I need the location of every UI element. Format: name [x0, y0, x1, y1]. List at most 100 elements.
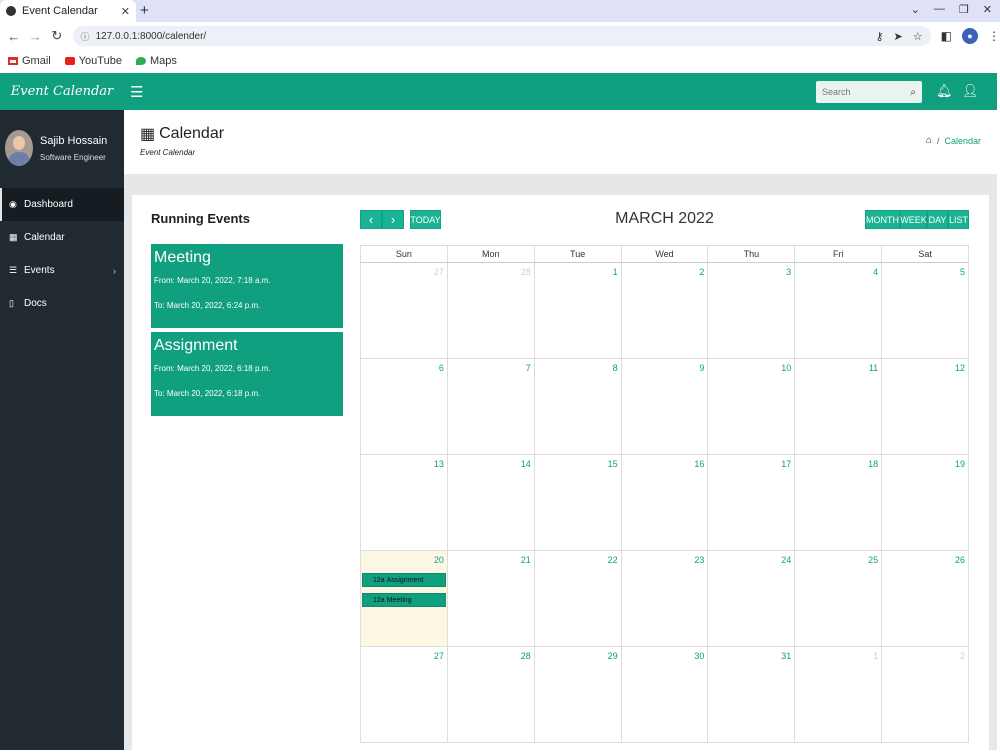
calendar-day-cell[interactable]: 8 — [535, 359, 622, 454]
day-number[interactable]: 6 — [439, 363, 444, 373]
calendar-day-cell[interactable]: 21 — [448, 551, 535, 646]
day-number[interactable]: 13 — [434, 459, 444, 469]
bookmark-maps[interactable]: Maps — [135, 55, 177, 67]
calendar-event-chip[interactable]: 12a Assignment — [362, 573, 446, 587]
calendar-day-cell[interactable]: 30 — [622, 647, 709, 742]
calendar-day-cell[interactable]: 2 — [882, 647, 970, 742]
calendar-day-cell[interactable]: 11 — [795, 359, 883, 454]
new-tab-button[interactable]: + — [140, 2, 149, 19]
day-number[interactable]: 5 — [960, 267, 965, 277]
day-number[interactable]: 18 — [868, 459, 878, 469]
search-input[interactable] — [822, 87, 911, 97]
send-icon[interactable]: ➤ — [894, 30, 903, 43]
day-number[interactable]: 31 — [781, 651, 791, 661]
day-number[interactable]: 19 — [955, 459, 965, 469]
calendar-day-cell[interactable]: 1 — [535, 263, 622, 358]
day-number[interactable]: 27 — [434, 651, 444, 661]
list-view-button[interactable]: LIST — [948, 210, 969, 229]
day-number[interactable]: 7 — [526, 363, 531, 373]
sidebar-item-docs[interactable]: ▯ Docs — [0, 287, 124, 320]
calendar-day-cell[interactable]: 9 — [622, 359, 709, 454]
sidebar-item-dashboard[interactable]: ◉ Dashboard — [0, 188, 124, 221]
calendar-day-cell[interactable]: 26 — [882, 551, 970, 646]
day-number[interactable]: 28 — [521, 267, 531, 277]
day-number[interactable]: 29 — [608, 651, 618, 661]
calendar-day-cell[interactable]: 16 — [622, 455, 709, 550]
close-window-button[interactable]: ✕ — [983, 3, 992, 16]
tab-search-button[interactable]: ⌄ — [911, 3, 920, 16]
day-number[interactable]: 14 — [521, 459, 531, 469]
search-icon[interactable]: ⌕ — [910, 87, 916, 98]
day-number[interactable]: 30 — [694, 651, 704, 661]
day-number[interactable]: 12 — [955, 363, 965, 373]
day-number[interactable]: 26 — [955, 555, 965, 565]
sidebar-item-calendar[interactable]: ▦ Calendar — [0, 221, 124, 254]
sidepanel-icon[interactable]: ◧ — [941, 29, 952, 43]
day-number[interactable]: 25 — [868, 555, 878, 565]
day-number[interactable]: 10 — [781, 363, 791, 373]
day-number[interactable]: 28 — [521, 651, 531, 661]
day-view-button[interactable]: DAY — [927, 210, 948, 229]
calendar-day-cell[interactable]: 14 — [448, 455, 535, 550]
calendar-day-today[interactable]: 20 12a Assignment 12a Meeting — [361, 551, 448, 646]
calendar-day-cell[interactable]: 17 — [708, 455, 796, 550]
bell-icon[interactable]: 🔔︎ — [936, 83, 953, 99]
day-number[interactable]: 16 — [694, 459, 704, 469]
day-number[interactable]: 22 — [608, 555, 618, 565]
month-view-button[interactable]: MONTH — [865, 210, 900, 229]
menu-toggle-icon[interactable]: ☰ — [130, 83, 143, 101]
calendar-day-cell[interactable]: 28 — [448, 647, 535, 742]
forward-arrow-icon[interactable]: → — [28, 29, 44, 44]
calendar-day-cell[interactable]: 3 — [708, 263, 796, 358]
day-number[interactable]: 1 — [613, 267, 618, 277]
calendar-day-cell[interactable]: 27 — [361, 263, 448, 358]
calendar-day-cell[interactable]: 31 — [708, 647, 796, 742]
day-number[interactable]: 27 — [434, 267, 444, 277]
day-number[interactable]: 24 — [781, 555, 791, 565]
url-text[interactable]: 127.0.0.1:8000/calender/ — [96, 31, 876, 42]
day-number[interactable]: 8 — [613, 363, 618, 373]
calendar-day-cell[interactable]: 15 — [535, 455, 622, 550]
day-number[interactable]: 11 — [869, 363, 878, 373]
week-view-button[interactable]: WEEK — [900, 210, 927, 229]
day-number[interactable]: 4 — [873, 267, 878, 277]
calendar-day-cell[interactable]: 6 — [361, 359, 448, 454]
day-number[interactable]: 3 — [786, 267, 791, 277]
app-logo[interactable]: Event Calendar — [0, 73, 124, 110]
bookmark-gmail[interactable]: Gmail — [8, 55, 51, 67]
day-number[interactable]: 20 — [434, 555, 444, 565]
running-event-card[interactable]: Meeting From: March 20, 2022, 7:18 a.m. … — [151, 244, 343, 328]
calendar-day-cell[interactable]: 7 — [448, 359, 535, 454]
calendar-day-cell[interactable]: 24 — [708, 551, 796, 646]
calendar-event-chip[interactable]: 12a Meeting — [362, 593, 446, 607]
calendar-day-cell[interactable]: 12 — [882, 359, 970, 454]
calendar-day-cell[interactable]: 25 — [795, 551, 883, 646]
restore-button[interactable]: ❐ — [959, 3, 969, 16]
day-number[interactable]: 2 — [960, 651, 965, 661]
calendar-day-cell[interactable]: 18 — [795, 455, 883, 550]
calendar-day-cell[interactable]: 23 — [622, 551, 709, 646]
prev-month-button[interactable]: ‹ — [360, 210, 382, 229]
day-number[interactable]: 15 — [608, 459, 618, 469]
calendar-day-cell[interactable]: 22 — [535, 551, 622, 646]
calendar-day-cell[interactable]: 5 — [882, 263, 970, 358]
key-icon[interactable]: ⚷ — [875, 30, 883, 43]
back-arrow-icon[interactable]: ← — [6, 29, 22, 44]
calendar-day-cell[interactable]: 13 — [361, 455, 448, 550]
day-number[interactable]: 17 — [781, 459, 791, 469]
close-tab-icon[interactable]: ✕ — [121, 5, 130, 18]
site-info-icon[interactable]: ⓘ — [81, 30, 90, 43]
reload-icon[interactable]: ↻ — [49, 28, 65, 44]
url-field[interactable]: ⓘ 127.0.0.1:8000/calender/ ⚷ ➤ ☆ — [72, 26, 931, 46]
day-number[interactable]: 23 — [694, 555, 704, 565]
home-icon[interactable]: ⌂ — [926, 135, 932, 146]
day-number[interactable]: 2 — [699, 267, 704, 277]
browser-tab[interactable]: Event Calendar ✕ — [0, 0, 136, 22]
calendar-day-cell[interactable]: 2 — [622, 263, 709, 358]
minimize-button[interactable]: — — [934, 3, 945, 16]
user-icon[interactable]: 👤︎ — [962, 83, 979, 99]
running-event-card[interactable]: Assignment From: March 20, 2022, 6:18 p.… — [151, 332, 343, 416]
bookmark-star-icon[interactable]: ☆ — [913, 30, 923, 43]
menu-dots-icon[interactable]: ⋮ — [988, 29, 1000, 43]
calendar-day-cell[interactable]: 19 — [882, 455, 970, 550]
